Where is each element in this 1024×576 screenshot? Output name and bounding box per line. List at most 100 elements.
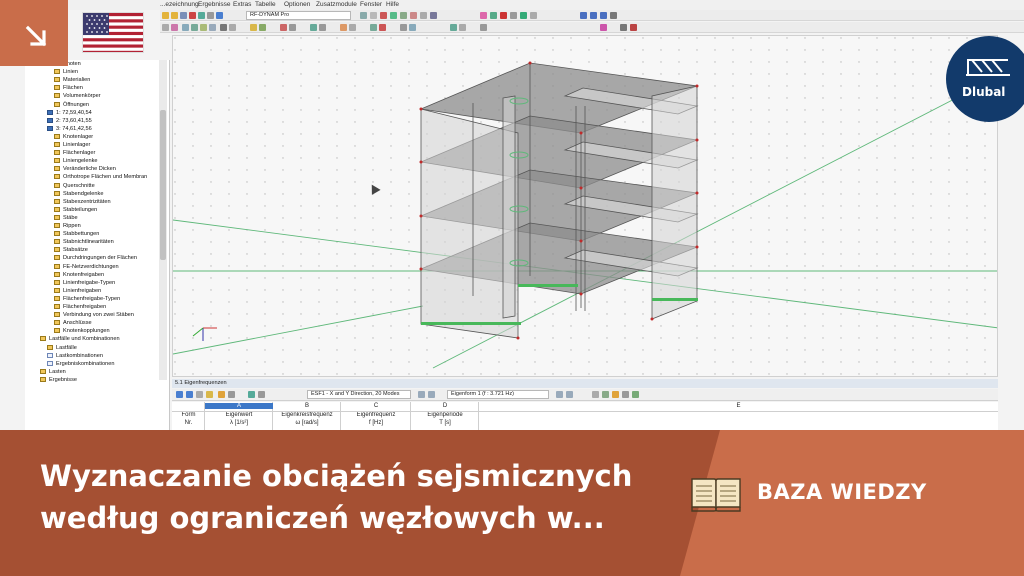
navigator-item-label: Stabendgelenke [63,190,104,197]
node-icon[interactable] [490,12,497,19]
column-letter[interactable]: E [479,403,998,409]
prev-mode-icon[interactable] [556,391,563,398]
support-icon[interactable] [520,12,527,19]
menu-item[interactable]: Optionen [284,1,310,8]
zoom-icon[interactable] [370,12,377,19]
prev-table-icon[interactable] [176,391,183,398]
menu-item[interactable]: Hilfe [386,1,399,8]
module-combo[interactable]: RF-DYNAM Pro [246,11,351,20]
table-settings-icon[interactable] [196,391,203,398]
result-icon[interactable] [410,12,417,19]
calculate-icon[interactable] [216,12,223,19]
scale-icon[interactable] [409,24,416,31]
member-icon[interactable] [510,12,517,19]
guide-icon[interactable] [319,24,326,31]
top-view-icon[interactable] [209,24,216,31]
navigator-item-label: Durchdringungen der Flächen [63,255,138,262]
folder-icon [54,69,60,75]
menu-item[interactable]: Tabelle [255,1,276,8]
view-icon[interactable] [360,12,367,19]
info-icon[interactable] [480,24,487,31]
view-mode-icon[interactable] [592,391,599,398]
front-view-icon[interactable] [191,24,198,31]
print-table-icon[interactable] [258,391,265,398]
side-view-icon[interactable] [200,24,207,31]
model-icon[interactable] [171,24,178,31]
rotate-icon[interactable] [379,24,386,31]
open-icon[interactable] [162,12,169,19]
display-icon[interactable] [390,12,397,19]
select-icon[interactable] [162,24,169,31]
print-icon[interactable] [207,12,214,19]
animation-icon[interactable] [630,24,637,31]
filter-icon[interactable] [259,24,266,31]
column-letter[interactable]: A [205,403,273,409]
menu-bar: ...ezeichnung Ergebnisse Extras Tabelle … [0,0,1024,10]
highlight-icon[interactable] [206,391,213,398]
options-icon[interactable] [610,12,617,19]
navigator-item[interactable]: Ergebnisse [40,376,77,385]
mode-shape-combo[interactable]: Eigenform 1 (f : 3.721 Hz) [447,390,549,399]
document-icon [47,360,53,366]
save-icon[interactable] [180,12,187,19]
load-icon[interactable] [250,24,257,31]
delete-icon[interactable] [500,12,507,19]
load-case-combo[interactable]: ESF1 - X and Y Direction, 20 Modes [307,390,411,399]
graph-icon[interactable] [632,391,639,398]
menu-item[interactable]: Extras [233,1,251,8]
export-icon[interactable] [228,391,235,398]
filter-results-icon[interactable] [218,391,225,398]
panel-icon[interactable] [600,12,607,19]
layout-icon[interactable] [590,12,597,19]
mirror-icon[interactable] [400,24,407,31]
column-letter[interactable]: D [411,403,479,409]
grid-icon[interactable] [430,12,437,19]
next-mode-icon[interactable] [566,391,573,398]
menu-item[interactable]: Fenster [360,1,382,8]
measure-icon[interactable] [280,24,287,31]
results-panel-toolbar: ESF1 - X and Y Direction, 20 Modes Eigen… [172,389,998,401]
next-case-icon[interactable] [428,391,435,398]
redo-icon[interactable] [198,12,205,19]
mesh-icon[interactable] [450,24,457,31]
navigator-item-label: Linien [63,69,78,76]
solid-icon[interactable] [229,24,236,31]
settings-icon[interactable] [620,24,627,31]
dimension-icon[interactable] [289,24,296,31]
copy-icon[interactable] [349,24,356,31]
navigator-item-label: Stabteilungen [63,206,98,213]
navigator-item-label: 1: 72,59,40,54 [56,109,92,116]
menu-item[interactable]: ...ezeichnung [160,1,199,8]
excel-icon[interactable] [248,391,255,398]
undo-icon[interactable] [189,12,196,19]
move-icon[interactable] [370,24,377,31]
render-icon[interactable] [380,12,387,19]
folder-icon[interactable] [171,12,178,19]
menu-item[interactable]: Zusatzmodule [316,1,357,8]
folder-icon [54,304,60,310]
column-letter[interactable]: C [341,403,411,409]
color-mode-icon[interactable] [612,391,619,398]
navigator-item-label: Ergebnisse [49,376,77,383]
wireframe-icon[interactable] [220,24,227,31]
iso-view-icon[interactable] [182,24,189,31]
prev-case-icon[interactable] [418,391,425,398]
model-viewport[interactable] [172,35,998,377]
window-icon[interactable] [580,12,587,19]
check-icon[interactable] [459,24,466,31]
us-flag-icon[interactable] [82,12,144,53]
section-icon[interactable] [400,12,407,19]
draw-icon[interactable] [340,24,347,31]
column-letter[interactable]: B [273,403,341,409]
table-icon[interactable] [420,12,427,19]
navigator-scroll-thumb[interactable] [160,110,166,260]
colors-icon[interactable] [480,12,487,19]
snap-icon[interactable] [310,24,317,31]
table-view-icon[interactable] [622,391,629,398]
folder-icon [54,182,60,188]
hinge-icon[interactable] [530,12,537,19]
menu-item[interactable]: Ergebnisse [198,1,231,8]
next-table-icon[interactable] [186,391,193,398]
filter-mode-icon[interactable] [602,391,609,398]
color-scale-icon[interactable] [600,24,607,31]
